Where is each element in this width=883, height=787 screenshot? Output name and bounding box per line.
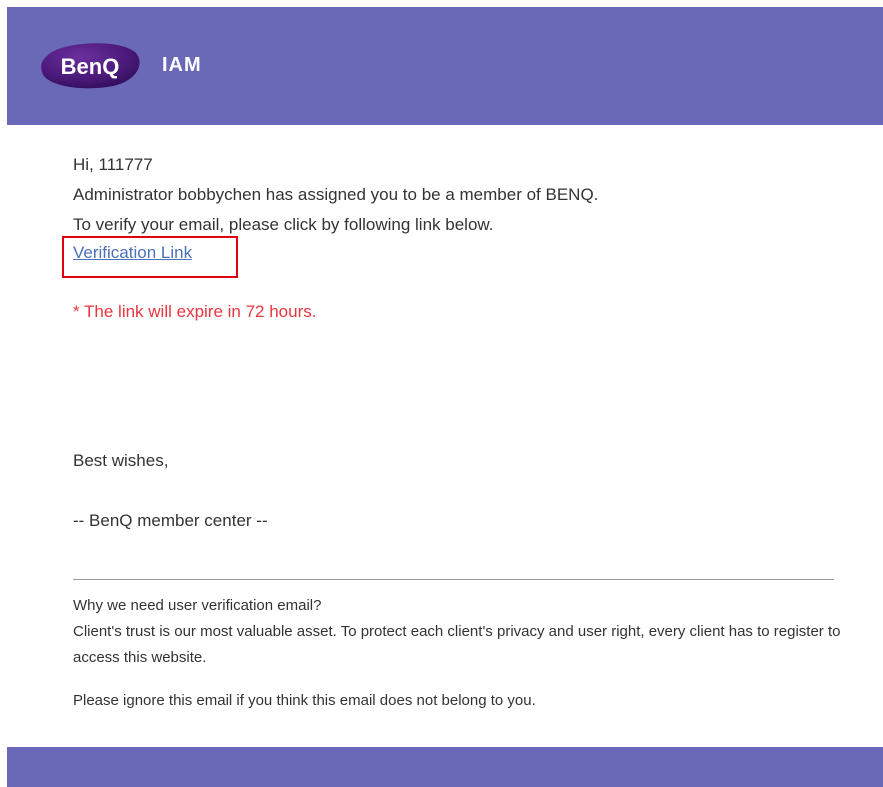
footer-ignore-text: Please ignore this email if you think th… xyxy=(73,692,536,709)
divider xyxy=(73,579,834,580)
email-header: BenQ IAM xyxy=(7,7,883,125)
closing-text: Best wishes, xyxy=(73,451,169,470)
footer-question: Why we need user verification email? xyxy=(73,597,322,614)
footer-note: Why we need user verification email? Cli… xyxy=(73,593,843,714)
app-name: IAM xyxy=(162,54,202,76)
email-footer-bar xyxy=(7,747,883,787)
email-body: Hi, 111777 Administrator bobbychen has a… xyxy=(62,150,843,530)
assignment-text: Administrator bobbychen has assigned you… xyxy=(73,185,599,204)
benq-logo: BenQ xyxy=(39,38,143,90)
logo-text: BenQ xyxy=(61,54,120,79)
greeting: Hi, 111777 xyxy=(73,155,153,174)
expire-notice: * The link will expire in 72 hours. xyxy=(73,302,317,321)
signature-text: -- BenQ member center -- xyxy=(73,511,268,530)
verification-link[interactable]: Verification Link xyxy=(73,238,192,268)
footer-explanation: Client's trust is our most valuable asse… xyxy=(73,623,841,666)
email-page: BenQ IAM Hi, 111777 Administrator bobbyc… xyxy=(7,7,883,787)
